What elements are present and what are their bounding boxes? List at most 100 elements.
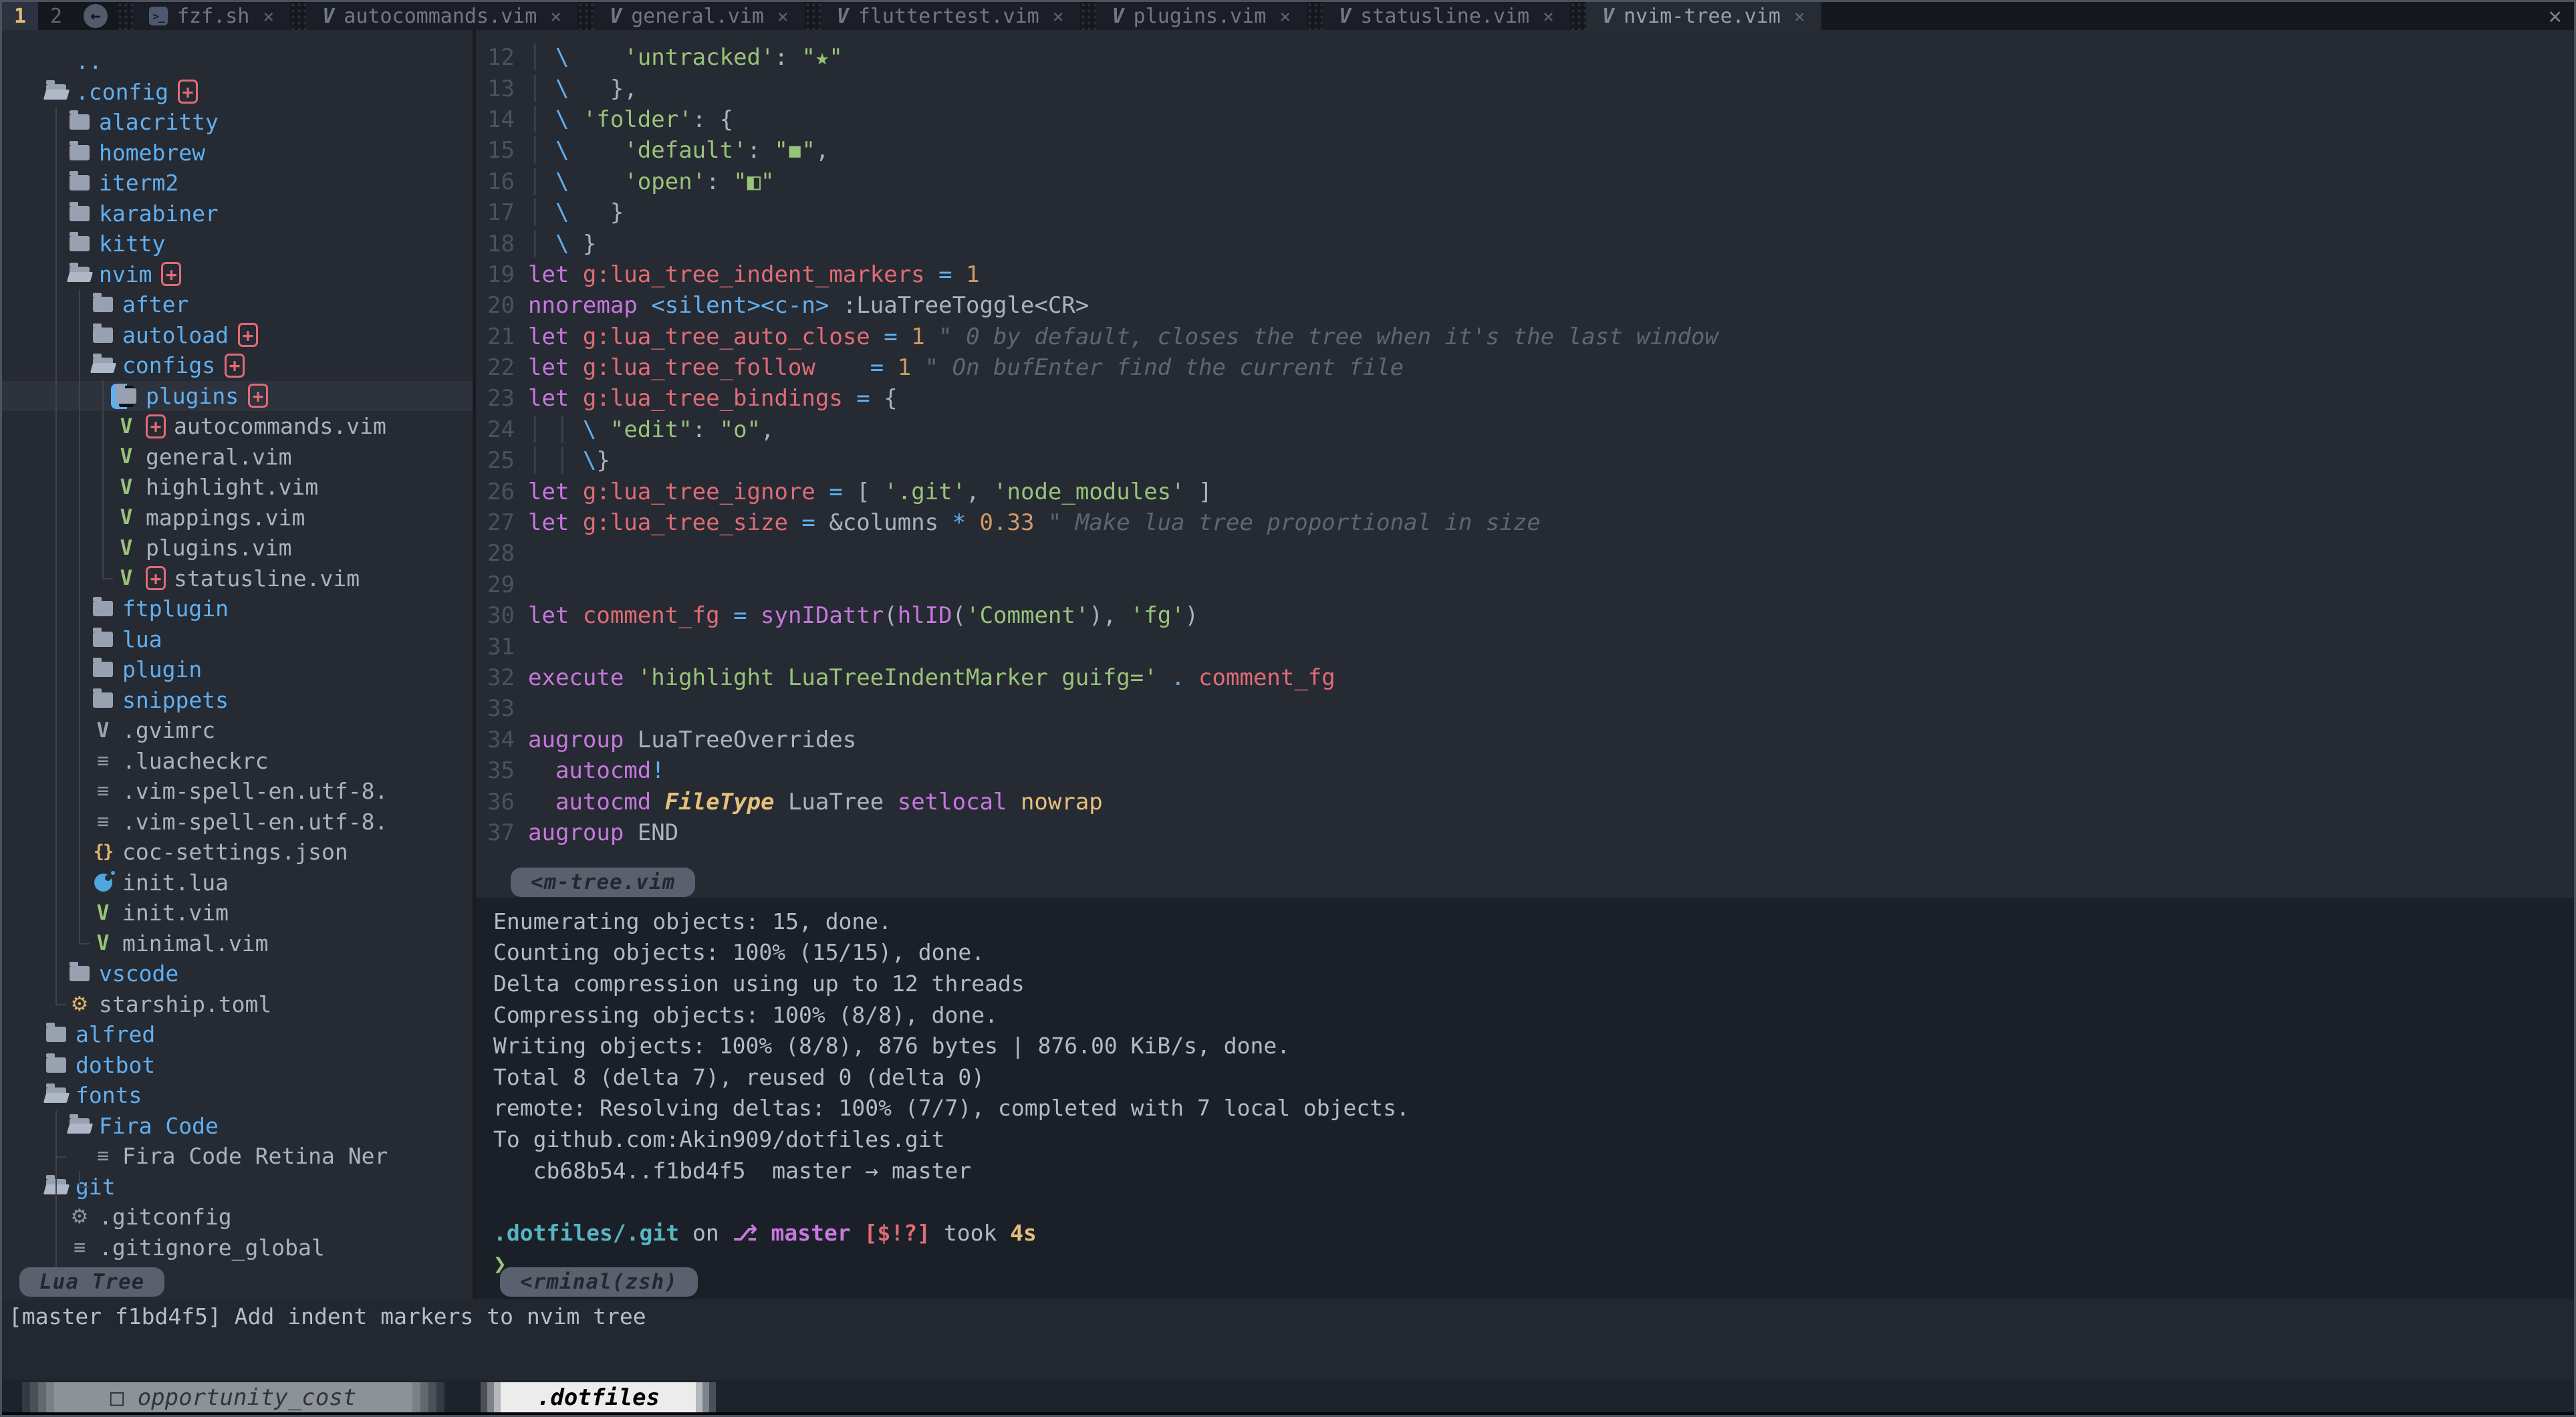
tree-item-autocommands.vim[interactable]: V+autocommands.vim — [2, 411, 473, 442]
folder-shape — [93, 601, 113, 616]
folder-shape — [70, 145, 90, 160]
tab-close-icon[interactable]: × — [1794, 5, 1805, 27]
text-file-icon: ≡ — [92, 1145, 114, 1168]
tabbar-close-button[interactable]: ✕ — [2549, 2, 2562, 30]
tree-item-.config[interactable]: .config+ — [2, 77, 473, 108]
tree-item-homebrew[interactable]: homebrew — [2, 138, 473, 168]
tree-elbow-tick — [79, 1186, 90, 1188]
tab-close-icon[interactable]: × — [777, 5, 789, 27]
tab-close-icon[interactable]: × — [1053, 5, 1064, 27]
code-text: augroup LuaTreeOverrides — [528, 727, 856, 753]
code-text: execute 'highlight LuaTreeIndentMarker g… — [528, 664, 1335, 691]
tab-label: general.vim — [631, 5, 764, 28]
tree-item-mappings.vim[interactable]: Vmappings.vim — [2, 503, 473, 533]
tree-item-general.vim[interactable]: Vgeneral.vim — [2, 442, 473, 473]
tree-item-plugins.vim[interactable]: Vplugins.vim — [2, 533, 473, 563]
tree-item-minimal.vim[interactable]: Vminimal.vim — [2, 928, 473, 959]
tree-item-..[interactable]: .. — [2, 46, 473, 77]
vim-icon: V — [1112, 5, 1124, 28]
line-number: 32 — [476, 664, 515, 691]
tab-fluttertest.vim[interactable]: Vfluttertest.vim× — [821, 2, 1080, 30]
tree-item-label: alacritty — [99, 109, 219, 135]
tree-item-ftplugin[interactable]: ftplugin — [2, 594, 473, 624]
folder-icon — [68, 233, 91, 255]
tab-label: fluttertest.vim — [858, 5, 1039, 28]
terminal-split[interactable]: Enumerating objects: 15, done.Counting o… — [476, 898, 2574, 1299]
tree-item-iterm2[interactable]: iterm2 — [2, 168, 473, 199]
tree-item-.vim-spell-en.utf-8.[interactable]: ≡.vim-spell-en.utf-8. — [2, 807, 473, 838]
tree-item-label: .. — [76, 48, 102, 74]
tree-item-coc-settings.json[interactable]: {} coc-settings.json — [2, 837, 473, 868]
tree-item-.vim-spell-en.utf-8.[interactable]: ≡.vim-spell-en.utf-8. — [2, 776, 473, 807]
tab-fzf.sh[interactable]: >_fzf.sh× — [133, 2, 290, 30]
tab-plugins.vim[interactable]: Vplugins.vim× — [1096, 2, 1307, 30]
tree-item-.gitconfig[interactable]: ⚙.gitconfig — [2, 1202, 473, 1233]
tree-elbow-tick — [79, 943, 90, 944]
tree-item-git[interactable]: git — [2, 1172, 473, 1202]
tree-elbow-tick — [55, 1004, 66, 1005]
tab-close-icon[interactable]: × — [1279, 5, 1291, 27]
text-file-icon: ≡ — [92, 749, 114, 772]
editor-buffer[interactable]: 12│ \ 'untracked': "★"13│ \ },14│ \ 'fol… — [476, 30, 2574, 898]
tab-close-icon[interactable]: × — [550, 5, 561, 27]
tab-autocommands.vim[interactable]: Vautocommands.vim× — [306, 2, 577, 30]
tab-nvim-tree.vim[interactable]: Vnvim-tree.vim× — [1586, 2, 1821, 30]
tree-item-vscode[interactable]: vscode — [2, 958, 473, 989]
json-file-icon: {} — [92, 841, 114, 864]
kitty-tab--opportunity_cost[interactable]: □ opportunity_cost — [22, 1382, 444, 1413]
tree-item-after[interactable]: after — [2, 289, 473, 320]
tree-item-label: iterm2 — [99, 170, 178, 196]
tree-item-fonts[interactable]: fonts — [2, 1080, 473, 1111]
tree-item-init.vim[interactable]: Vinit.vim — [2, 898, 473, 928]
tab-statusline.vim[interactable]: Vstatusline.vim× — [1323, 2, 1570, 30]
tree-item-statusline.vim[interactable]: V+statusline.vim — [2, 563, 473, 594]
terminal-line: Enumerating objects: 15, done. — [476, 906, 2574, 937]
folder-shape — [46, 84, 66, 100]
code-line: 28 — [476, 538, 2574, 569]
tree-item-configs[interactable]: configs+ — [2, 350, 473, 381]
code-line: 17│ \ } — [476, 197, 2574, 228]
code-line: 22let g:lua_tree_follow = 1 " On bufEnte… — [476, 352, 2574, 383]
tree-item-plugins[interactable]: plugins+ — [2, 381, 473, 412]
tree-item-dotbot[interactable]: dotbot — [2, 1050, 473, 1081]
code-line: 35 autocmd! — [476, 755, 2574, 786]
tree-item-label: Fira Code — [99, 1113, 219, 1139]
tab-close-icon[interactable]: × — [263, 5, 274, 27]
folder-icon — [68, 172, 91, 195]
tree-item-kitty[interactable]: kitty — [2, 229, 473, 259]
tree-item-.gitignore-global[interactable]: ≡.gitignore_global — [2, 1233, 473, 1263]
tree-item-lua[interactable]: lua — [2, 624, 473, 655]
tab-number-1[interactable]: 1 — [2, 2, 38, 30]
tree-item-alfred[interactable]: alfred — [2, 1019, 473, 1050]
lua-file-icon — [92, 871, 114, 894]
tree-item-Fira-Code-Retina-Ner[interactable]: ≡Fira Code Retina Ner — [2, 1141, 473, 1172]
tree-item-autoload[interactable]: autoload+ — [2, 320, 473, 351]
tree-item-karabiner[interactable]: karabiner — [2, 199, 473, 229]
kitty-tab-.dotfiles[interactable]: .dotfiles — [481, 1382, 716, 1413]
tree-item-label: configs — [122, 352, 215, 378]
tab-close-icon[interactable]: × — [1543, 5, 1554, 27]
tree-item-snippets[interactable]: snippets — [2, 685, 473, 716]
tab-general.vim[interactable]: Vgeneral.vim× — [594, 2, 805, 30]
tree-item-label: .vim-spell-en.utf-8. — [122, 809, 388, 835]
folder-shape — [93, 662, 113, 677]
line-number: 34 — [476, 727, 515, 753]
line-number: 14 — [476, 106, 515, 133]
tree-item-.gvimrc[interactable]: V.gvimrc — [2, 715, 473, 746]
tree-item-init.lua[interactable]: init.lua — [2, 868, 473, 898]
back-arrow-icon[interactable]: ← — [84, 4, 108, 28]
tree-item-label: coc-settings.json — [122, 839, 348, 865]
code-line: 15│ \ 'default': "◼", — [476, 135, 2574, 166]
tree-item-nvim[interactable]: nvim+ — [2, 259, 473, 290]
tab-number-2[interactable]: 2 — [38, 2, 74, 30]
tree-item-plugin[interactable]: plugin — [2, 654, 473, 685]
tree-item-.luacheckrc[interactable]: ≡.luacheckrc — [2, 746, 473, 777]
line-number: 15 — [476, 137, 515, 164]
code-line: 32 execute 'highlight LuaTreeIndentMarker… — [476, 662, 2574, 693]
tree-item-Fira-Code[interactable]: Fira Code — [2, 1111, 473, 1142]
tree-item-label: init.lua — [122, 870, 229, 896]
tree-item-highlight.vim[interactable]: Vhighlight.vim — [2, 472, 473, 503]
folder-open-icon — [45, 1084, 68, 1107]
tree-item-starship.toml[interactable]: ⚙starship.toml — [2, 989, 473, 1020]
tree-item-alacritty[interactable]: alacritty — [2, 107, 473, 138]
